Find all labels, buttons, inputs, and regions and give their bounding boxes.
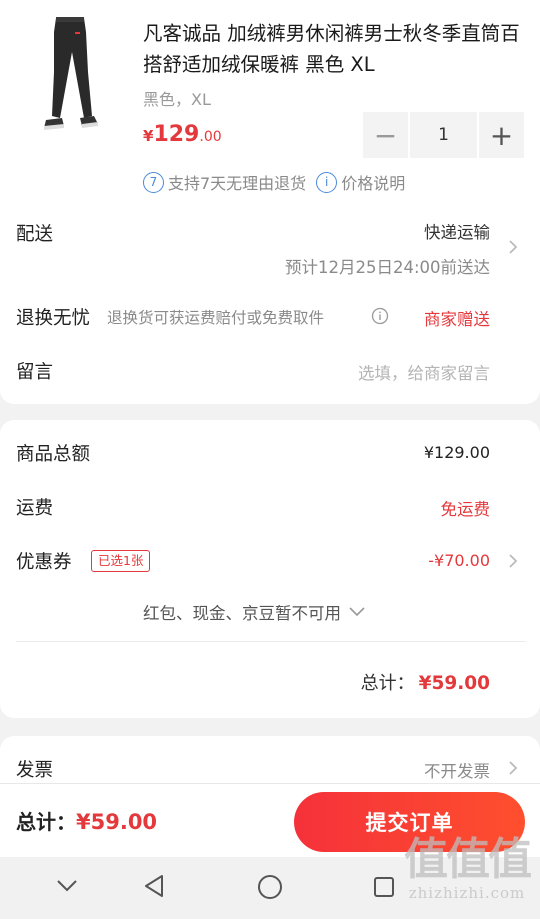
goods-total-value: ¥129.00 <box>423 443 490 462</box>
delivery-method[interactable]: 快递运输 <box>424 219 490 243</box>
message-label: 留言 <box>16 362 54 383</box>
seven-day-return-icon: 7 <box>143 171 164 193</box>
order-total-value: ¥59.00 <box>418 673 490 694</box>
invoice-value: 不开发票 <box>424 762 490 781</box>
product-spec: 黑色，XL <box>143 90 211 109</box>
checkout-total: 总计： ¥59.00 <box>16 806 157 835</box>
divider <box>16 641 526 642</box>
delivery-label: 配送 <box>16 224 54 245</box>
recent-apps-icon[interactable] <box>373 876 395 898</box>
order-total-label: 总计： <box>360 673 415 694</box>
quantity-stepper: − 1 + <box>363 112 524 158</box>
back-icon[interactable] <box>143 874 165 898</box>
chevron-down-icon <box>349 607 365 617</box>
order-item-card: 凡客诚品 加绒裤男休闲裤男士秋冬季直筒百搭舒适加绒保暖裤 黑色 XL 黑色，XL… <box>0 0 540 404</box>
coupon-badge: 已选1张 <box>91 550 151 572</box>
chevron-right-icon[interactable] <box>506 761 520 775</box>
quantity-value[interactable]: 1 <box>410 112 477 158</box>
order-total: 总计： ¥59.00 <box>361 669 490 695</box>
return-policy-text[interactable]: 支持7天无理由退货 <box>168 170 306 194</box>
price-integer: 129 <box>153 122 200 147</box>
price-currency: ¥ <box>143 127 154 145</box>
watermark: 值值值 zhizhizhi.com <box>404 834 532 903</box>
shipping-label: 运费 <box>16 498 54 519</box>
product-title[interactable]: 凡客诚品 加绒裤男休闲裤男士秋冬季直筒百搭舒适加绒保暖裤 黑色 XL <box>143 18 523 80</box>
price-decimal: .00 <box>199 129 222 145</box>
watermark-site: zhizhizhi.com <box>408 884 526 902</box>
decrease-quantity-button[interactable]: − <box>363 112 408 158</box>
unavailable-payments-text: 红包、现金、京豆暂不可用 <box>143 604 341 623</box>
product-thumbnail[interactable] <box>28 12 112 132</box>
chevron-right-icon[interactable] <box>506 554 520 568</box>
coupon-label: 优惠券 <box>16 552 72 573</box>
unavailable-payments-toggle[interactable]: 红包、现金、京豆暂不可用 <box>143 600 365 624</box>
watermark-logo: 值值值 <box>404 834 532 885</box>
info-icon[interactable] <box>371 307 389 325</box>
service-tags: 7 支持7天无理由退货 i 价格说明 <box>143 170 405 194</box>
coupon-value[interactable]: -¥70.00 <box>428 551 490 570</box>
return-worry-label: 退换无忧 <box>16 308 91 329</box>
price-summary-card: 商品总额 ¥129.00 运费 免运费 优惠券 已选1张 -¥70.00 红包、… <box>0 420 540 718</box>
checkout-total-label: 总计： <box>16 810 76 834</box>
product-price: ¥129.00 <box>143 122 222 147</box>
hide-keyboard-icon[interactable] <box>56 879 78 893</box>
message-input[interactable]: 选填，给商家留言 <box>358 360 490 384</box>
chevron-right-icon[interactable] <box>506 240 520 254</box>
invoice-label: 发票 <box>16 760 54 781</box>
home-icon[interactable] <box>257 874 283 900</box>
delivery-eta: 预计12月25日24:00前送达 <box>284 258 490 277</box>
return-worry-value: 商家赠送 <box>424 310 490 329</box>
checkout-total-value: ¥59.00 <box>76 810 158 834</box>
shipping-value: 免运费 <box>440 500 491 519</box>
return-worry-desc: 退换货可获运费赔付或免费取件 <box>107 309 325 327</box>
goods-total-label: 商品总额 <box>16 444 91 465</box>
info-icon: i <box>316 171 338 193</box>
price-explanation-link[interactable]: 价格说明 <box>341 170 405 194</box>
increase-quantity-button[interactable]: + <box>479 112 524 158</box>
